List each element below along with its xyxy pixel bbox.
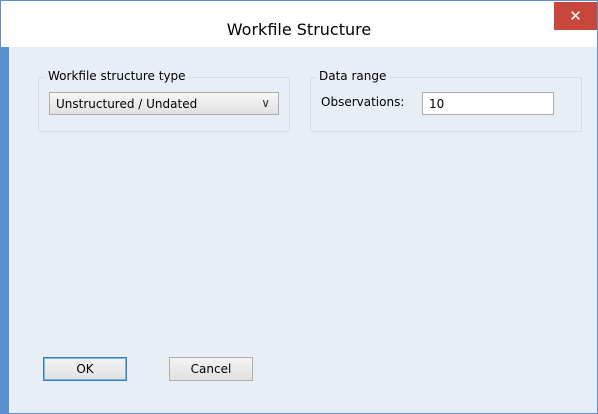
- close-button[interactable]: ✕: [554, 2, 597, 30]
- workfile-structure-dialog: Workfile Structure ✕ Workfile structure …: [0, 0, 598, 414]
- structure-type-group: Workfile structure type Unstructured / U…: [38, 69, 290, 132]
- chevron-down-icon: ∨: [261, 96, 270, 110]
- cancel-button[interactable]: Cancel: [169, 357, 253, 381]
- observations-input[interactable]: [422, 92, 554, 115]
- observations-label: Observations:: [321, 95, 405, 109]
- title-bar[interactable]: Workfile Structure ✕: [1, 1, 597, 47]
- structure-type-select[interactable]: Unstructured / Undated ∨: [49, 92, 279, 115]
- structure-type-legend: Workfile structure type: [46, 69, 188, 83]
- dialog-body: Workfile structure type Unstructured / U…: [9, 47, 597, 413]
- dialog-title: Workfile Structure: [226, 20, 372, 39]
- structure-type-value: Unstructured / Undated: [56, 97, 198, 111]
- close-icon: ✕: [569, 7, 582, 25]
- data-range-group: Data range Observations:: [310, 69, 582, 132]
- data-range-legend: Data range: [317, 69, 389, 83]
- ok-button[interactable]: OK: [43, 357, 127, 381]
